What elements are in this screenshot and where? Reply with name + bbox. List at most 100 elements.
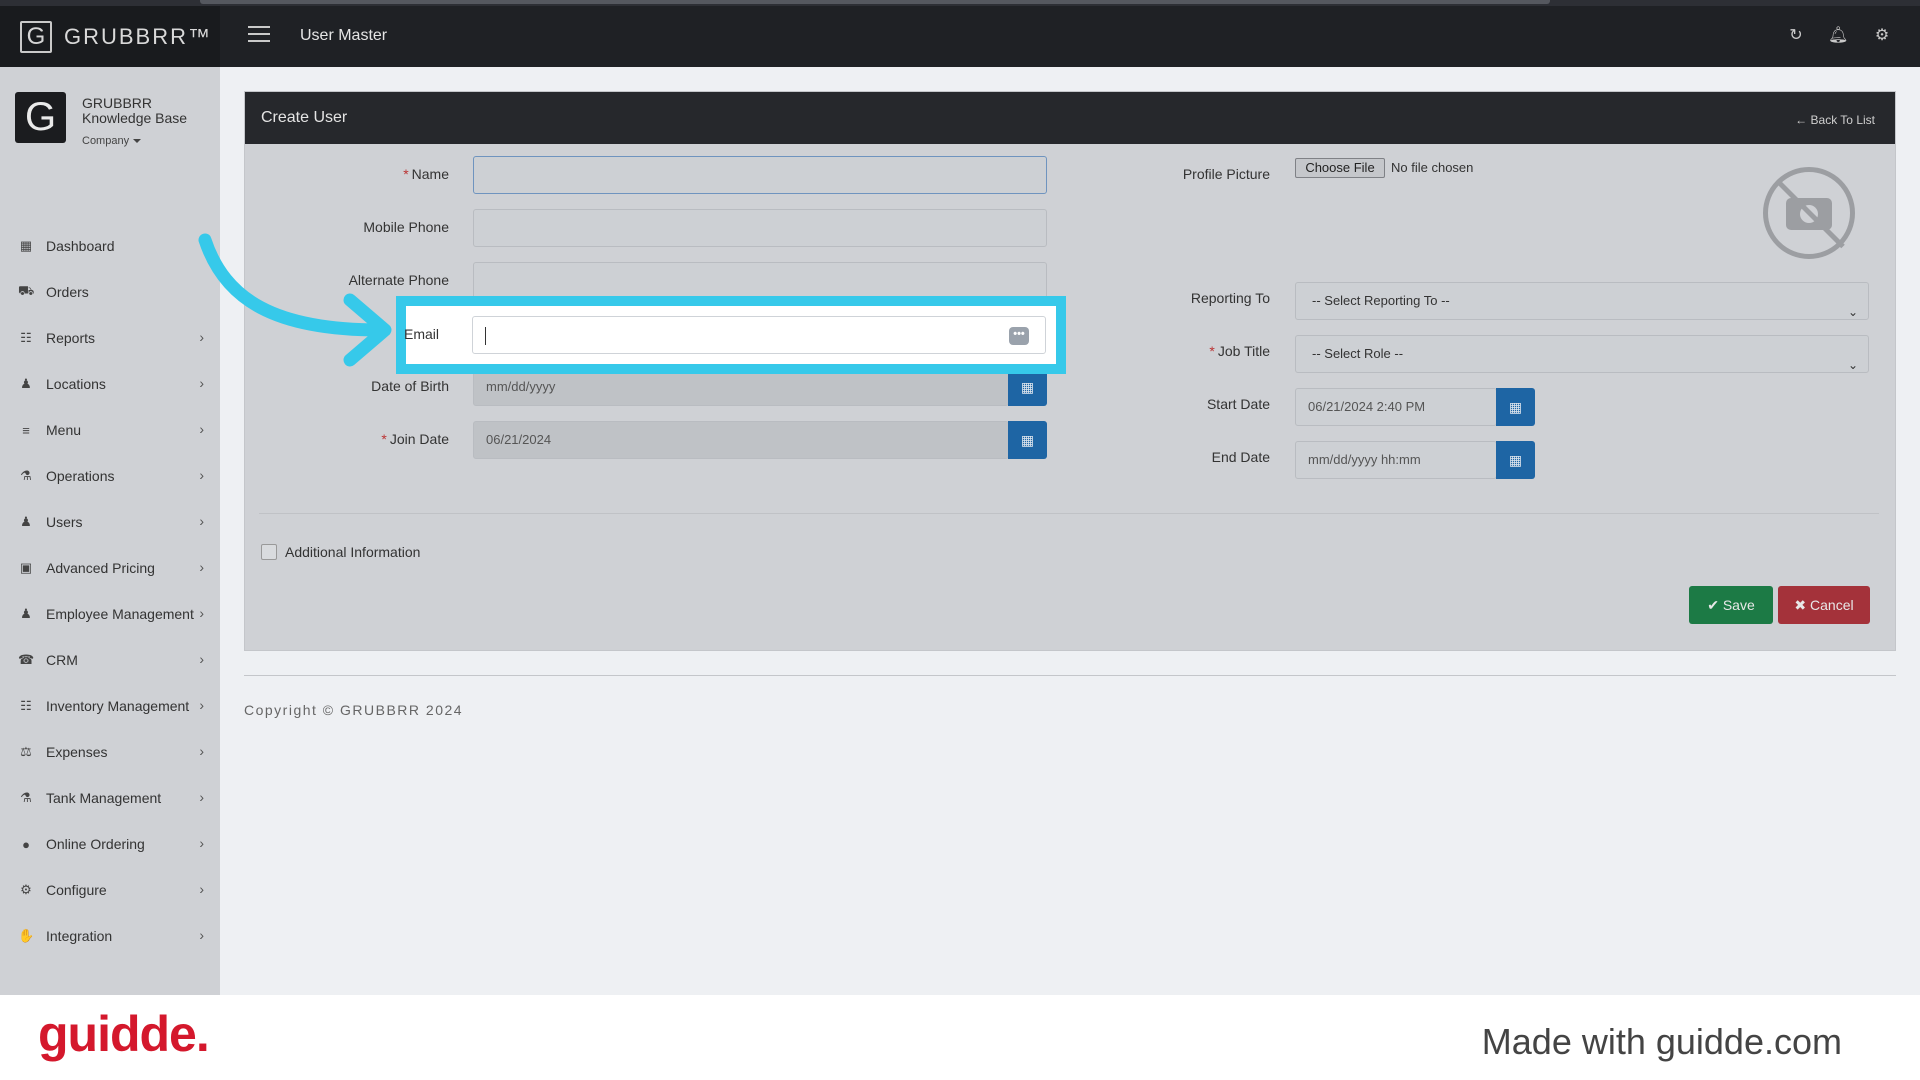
sidebar-item-label: Inventory Management (46, 698, 190, 714)
mobile-phone-input[interactable] (473, 209, 1047, 247)
sidebar-item-orders[interactable]: ⛟ Orders (0, 269, 220, 315)
brand-logo[interactable]: G GRUBBRR™ (0, 6, 220, 67)
no-photo-icon (1763, 167, 1855, 259)
sidebar-item-online-ordering[interactable]: ● Online Ordering › (0, 821, 220, 867)
job-title-select[interactable]: -- Select Role -- ⌄ (1295, 335, 1869, 373)
sidebar-item-label: Advanced Pricing (46, 560, 155, 576)
locations-icon: ♟ (20, 376, 32, 391)
sidebar-item-users[interactable]: ♟ Users › (0, 499, 220, 545)
chevron-down-icon: ⌄ (1847, 358, 1858, 372)
start-date-calendar-icon[interactable]: ▦ (1496, 388, 1535, 426)
chevron-right-icon: › (199, 421, 204, 437)
name-input[interactable] (473, 156, 1047, 194)
chevron-right-icon: › (199, 927, 204, 943)
panel-header: Create User ← Back To List (245, 92, 1895, 144)
sidebar-item-label: Employee Management (46, 606, 194, 622)
email-input[interactable]: ••• (472, 316, 1046, 354)
sidebar-item-dashboard[interactable]: ▦ Dashboard (0, 223, 220, 269)
sidebar-item-label: Operations (46, 468, 115, 484)
end-date-calendar-icon[interactable]: ▦ (1496, 441, 1535, 479)
join-date-calendar-icon[interactable]: ▦ (1008, 421, 1047, 459)
back-to-list-link[interactable]: ← Back To List (1795, 113, 1875, 127)
start-date-input[interactable]: 06/21/2024 2:40 PM (1295, 388, 1497, 426)
date-of-birth-label: Date of Birth (371, 378, 449, 394)
reporting-to-value: -- Select Reporting To -- (1312, 293, 1450, 308)
online-ordering-icon: ● (22, 836, 30, 852)
logo-mark: G (20, 20, 52, 53)
sidebar-item-label: Integration (46, 928, 113, 944)
dashboard-icon: ▦ (19, 238, 33, 253)
text-cursor (485, 327, 486, 345)
guidde-logo: guidde. (38, 1006, 210, 1062)
horizontal-scrollbar[interactable] (200, 0, 1550, 4)
reporting-to-label: Reporting To (1190, 290, 1270, 306)
orders-icon: ⛟ (18, 283, 35, 298)
sidebar-item-label: Locations (46, 376, 106, 392)
sidebar-item-locations[interactable]: ♟ Locations › (0, 361, 220, 407)
job-title-value: -- Select Role -- (1312, 346, 1404, 361)
save-button[interactable]: ✔ Save (1689, 586, 1773, 624)
company-label: Company (82, 135, 130, 147)
refresh-icon[interactable]: ↻ (1786, 26, 1806, 46)
profile-picture-label: Profile Picture (1182, 166, 1270, 182)
start-date-label: Start Date (1206, 396, 1270, 412)
menu-toggle-icon[interactable] (248, 26, 270, 44)
sidebar-item-label: CRM (46, 652, 78, 668)
choose-file-button[interactable]: Choose File (1295, 158, 1385, 178)
autofill-icon[interactable]: ••• (1009, 327, 1029, 345)
bell-icon[interactable]: 🔔︎ (1828, 26, 1848, 46)
sidebar-item-label: Users (46, 514, 83, 530)
integration-icon: ✋ (18, 928, 35, 943)
chevron-right-icon: › (199, 697, 204, 713)
form-divider (259, 513, 1879, 514)
avatar: G (15, 92, 66, 143)
page-title: User Master (300, 27, 388, 44)
chevron-down-icon: ⌄ (1847, 305, 1858, 319)
sidebar-item-tank-management[interactable]: ⚗ Tank Management › (0, 775, 220, 821)
sidebar-item-configure[interactable]: ⚙ Configure › (0, 867, 220, 913)
sidebar-item-reports[interactable]: ☷ Reports › (0, 315, 220, 361)
advanced-pricing-icon: ▣ (19, 560, 33, 575)
sidebar: G GRUBBRR Knowledge Base Company ▦ Dashbo… (0, 67, 220, 995)
chevron-right-icon: › (199, 559, 204, 575)
chevron-right-icon: › (199, 605, 204, 621)
configure-icon: ⚙ (20, 882, 32, 897)
job-title-label: * Job Title (1209, 343, 1270, 359)
sidebar-item-expenses[interactable]: ⚖ Expenses › (0, 729, 220, 775)
join-date-label: * Join Date (381, 431, 449, 447)
sidebar-item-inventory-management[interactable]: ☷ Inventory Management › (0, 683, 220, 729)
inventory-management-icon: ☷ (20, 698, 32, 713)
chevron-right-icon: › (199, 743, 204, 759)
alternate-phone-input[interactable] (473, 262, 1047, 300)
profile-block: G GRUBBRR Knowledge Base Company (15, 92, 215, 162)
join-date-input[interactable]: 06/21/2024 (473, 421, 1009, 459)
sidebar-item-label: Orders (46, 284, 89, 300)
additional-info-checkbox[interactable] (261, 544, 277, 560)
sidebar-item-advanced-pricing[interactable]: ▣ Advanced Pricing › (0, 545, 220, 591)
name-label: * Name (403, 166, 449, 182)
sidebar-item-crm[interactable]: ☎ CRM › (0, 637, 220, 683)
end-date-input[interactable]: mm/dd/yyyy hh:mm (1295, 441, 1497, 479)
gear-icon[interactable]: ⚙ (1872, 26, 1892, 46)
cancel-button[interactable]: ✖ Cancel (1778, 586, 1870, 624)
sidebar-item-label: Online Ordering (46, 836, 145, 852)
sidebar-item-menu[interactable]: ≡ Menu › (0, 407, 220, 453)
operations-icon: ⚗ (20, 468, 32, 483)
sidebar-item-label: Tank Management (46, 790, 162, 806)
pointer-arrow-icon (198, 233, 392, 367)
menu-icon: ≡ (22, 422, 30, 438)
reporting-to-select[interactable]: -- Select Reporting To -- ⌄ (1295, 282, 1869, 320)
crm-icon: ☎ (18, 652, 35, 667)
email-label: Email (404, 326, 440, 342)
top-header: G GRUBBRR™ User Master ↻ 🔔︎ ⚙ (0, 6, 1920, 67)
sidebar-item-label: Reports (46, 330, 96, 346)
logo-text: GRUBBRR™ (64, 23, 213, 49)
chevron-right-icon: › (199, 789, 204, 805)
file-status: No file chosen (1391, 160, 1474, 175)
chevron-right-icon: › (199, 513, 204, 529)
company-dropdown[interactable]: Company (82, 135, 142, 147)
sidebar-item-integration[interactable]: ✋ Integration › (0, 913, 220, 959)
sidebar-item-employee-management[interactable]: ♟ Employee Management › (0, 591, 220, 637)
chevron-right-icon: › (199, 881, 204, 897)
sidebar-item-operations[interactable]: ⚗ Operations › (0, 453, 220, 499)
